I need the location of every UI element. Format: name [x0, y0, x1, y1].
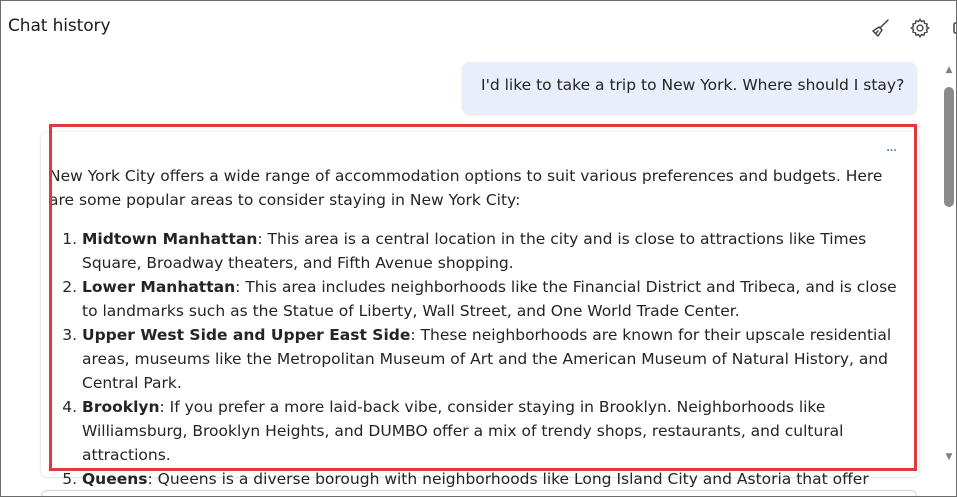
item-title: Midtown Manhattan [82, 230, 258, 248]
scroll-down-icon[interactable]: ▼ [944, 452, 954, 462]
more-options-button[interactable]: ... [881, 138, 901, 156]
scrollbar[interactable]: ▲ ▼ [941, 62, 956, 468]
item-title: Brooklyn [82, 398, 160, 416]
assistant-message-content: New York City offers a wide range of acc… [49, 164, 909, 491]
list-item: Brooklyn: If you prefer a more laid-back… [82, 395, 909, 467]
panel-title: Chat history [8, 16, 111, 36]
item-title: Queens [82, 470, 148, 488]
scroll-thumb[interactable] [944, 87, 954, 207]
user-message-text: I'd like to take a trip to New York. Whe… [481, 76, 905, 94]
panel-icon[interactable] [945, 16, 956, 40]
assistant-intro: New York City offers a wide range of acc… [49, 167, 883, 209]
list-item: Upper West Side and Upper East Side: The… [82, 323, 909, 395]
item-text: : If you prefer a more laid-back vibe, c… [82, 398, 844, 464]
list-item: Lower Manhattan: This area includes neig… [82, 275, 909, 323]
recommendation-list: Midtown Manhattan: This area is a centra… [49, 227, 909, 491]
list-item: Queens: Queens is a diverse borough with… [82, 467, 909, 491]
item-text: : Queens is a diverse borough with neigh… [147, 470, 869, 488]
user-message-bubble: I'd like to take a trip to New York. Whe… [462, 62, 917, 114]
list-item: Midtown Manhattan: This area is a centra… [82, 227, 909, 275]
scroll-up-icon[interactable]: ▲ [944, 65, 954, 75]
item-title: Upper West Side and Upper East Side [82, 326, 411, 344]
gear-icon[interactable] [908, 16, 932, 40]
item-title: Lower Manhattan [82, 278, 236, 296]
broom-icon[interactable] [869, 16, 893, 40]
chat-history-panel: Chat history I'd like to take a trip to … [0, 0, 957, 497]
chat-input-box[interactable] [41, 490, 917, 496]
